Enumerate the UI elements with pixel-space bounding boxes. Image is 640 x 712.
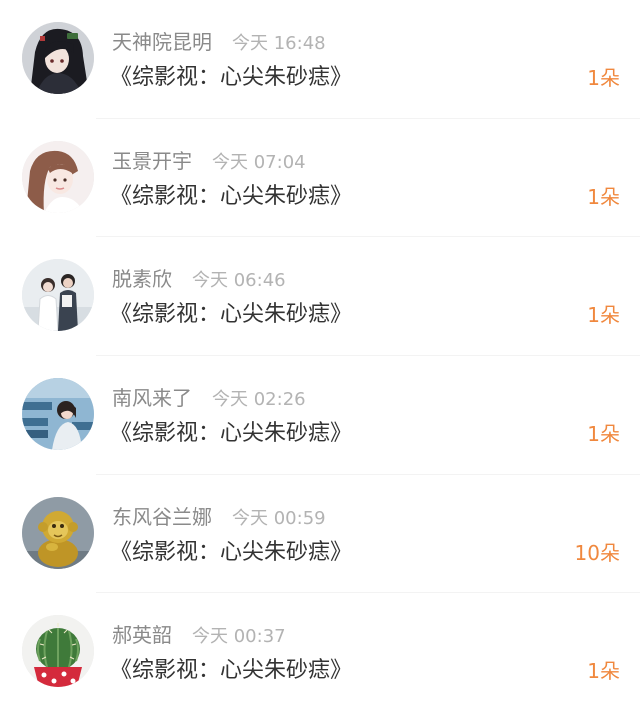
list-item[interactable]: 脱素欣 今天 06:46 《综影视：心尖朱砂痣》 1朵 (0, 237, 640, 356)
flower-count: 1朵 (587, 422, 620, 447)
item-meta: 南风来了 今天 02:26 (112, 386, 306, 410)
avatar-image (22, 615, 94, 688)
item-meta: 脱素欣 今天 06:46 (112, 267, 286, 291)
timestamp: 今天 02:26 (212, 389, 306, 411)
list-item[interactable]: 东风谷兰娜 今天 00:59 《综影视：心尖朱砂痣》 10朵 (0, 475, 640, 594)
book-title[interactable]: 《综影视：心尖朱砂痣》 (110, 657, 352, 685)
avatar[interactable] (22, 496, 94, 569)
username[interactable]: 南风来了 (112, 386, 192, 410)
item-meta: 天神院昆明 今天 16:48 (112, 30, 326, 54)
timestamp: 今天 16:48 (232, 33, 326, 54)
avatar-image (22, 259, 94, 332)
username[interactable]: 郝英韶 (112, 623, 172, 647)
book-title[interactable]: 《综影视：心尖朱砂痣》 (110, 183, 352, 211)
gift-record-list: 天神院昆明 今天 16:48 《综影视：心尖朱砂痣》 1朵 玉景开宇 今天 07:0… (0, 0, 640, 712)
timestamp: 今天 06:46 (192, 270, 286, 292)
list-item[interactable]: 玉景开宇 今天 07:04 《综影视：心尖朱砂痣》 1朵 (0, 119, 640, 238)
item-meta: 东风谷兰娜 今天 00:59 (112, 505, 326, 529)
username[interactable]: 脱素欣 (112, 267, 172, 291)
avatar-image (22, 140, 94, 213)
avatar-image (22, 378, 94, 451)
avatar-image (22, 496, 94, 569)
username[interactable]: 玉景开宇 (112, 149, 192, 173)
username[interactable]: 东风谷兰娜 (112, 505, 212, 529)
timestamp: 今天 00:37 (192, 626, 286, 648)
flower-count: 1朵 (587, 303, 620, 328)
book-title[interactable]: 《综影视：心尖朱砂痣》 (110, 420, 352, 448)
list-item[interactable]: 郝英韶 今天 00:37 《综影视：心尖朱砂痣》 1朵 (0, 593, 640, 712)
item-meta: 郝英韶 今天 00:37 (112, 623, 286, 647)
flower-count: 1朵 (587, 659, 620, 684)
book-title[interactable]: 《综影视：心尖朱砂痣》 (110, 301, 352, 329)
list-item[interactable]: 南风来了 今天 02:26 《综影视：心尖朱砂痣》 1朵 (0, 356, 640, 475)
avatar[interactable] (22, 140, 94, 213)
list-item[interactable]: 天神院昆明 今天 16:48 《综影视：心尖朱砂痣》 1朵 (0, 0, 640, 119)
avatar[interactable] (22, 615, 94, 688)
flower-count: 1朵 (587, 66, 620, 90)
flower-count: 10朵 (574, 540, 620, 565)
username[interactable]: 天神院昆明 (112, 30, 212, 54)
flower-count: 1朵 (587, 184, 620, 209)
book-title[interactable]: 《综影视：心尖朱砂痣》 (110, 539, 352, 567)
avatar-image (22, 22, 94, 94)
avatar[interactable] (22, 259, 94, 332)
timestamp: 今天 07:04 (212, 151, 306, 173)
item-meta: 玉景开宇 今天 07:04 (112, 149, 306, 173)
avatar[interactable] (22, 378, 94, 451)
book-title[interactable]: 《综影视：心尖朱砂痣》 (110, 64, 352, 92)
avatar[interactable] (22, 22, 94, 94)
timestamp: 今天 00:59 (232, 507, 326, 529)
